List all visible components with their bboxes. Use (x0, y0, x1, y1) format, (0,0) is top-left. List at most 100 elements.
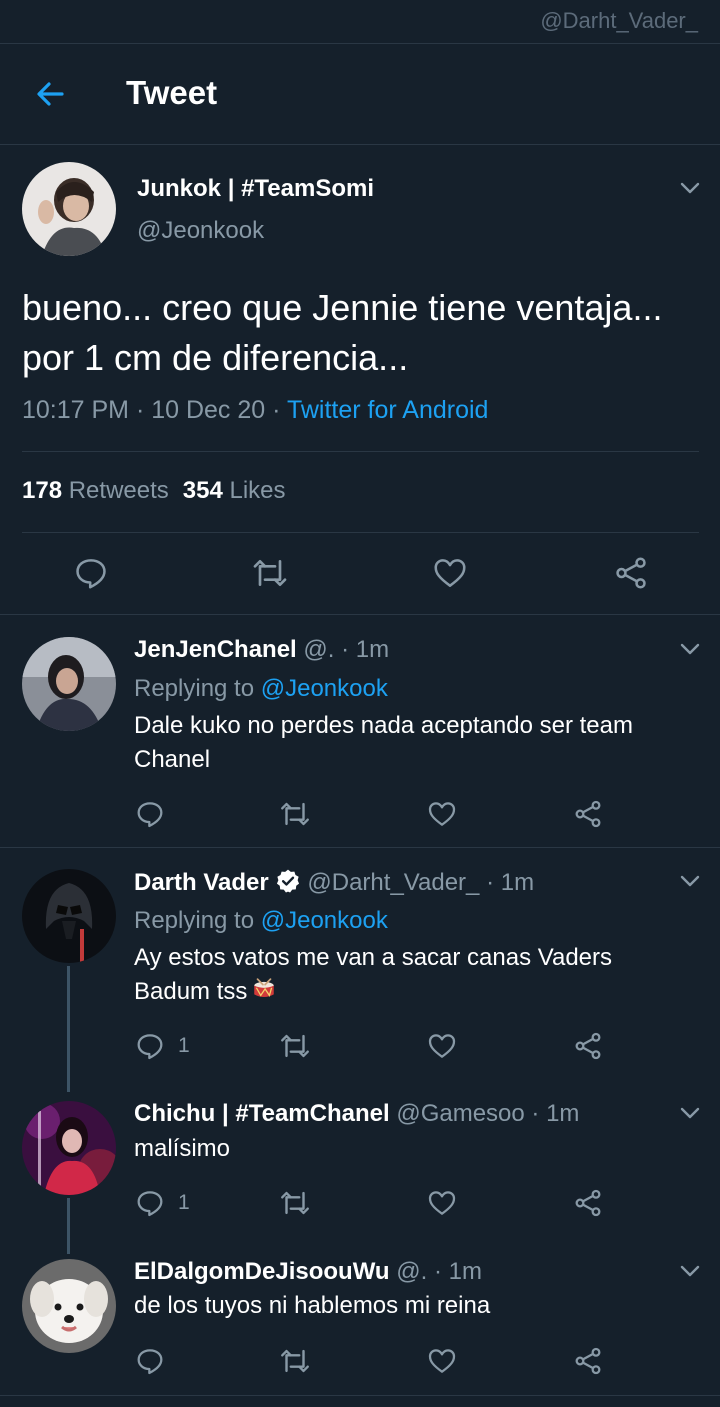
main-tweet-text: bueno... creo que Jennie tiene ventaja..… (22, 287, 663, 378)
reply-text: de los tuyos ni hablemos mi reina (134, 1292, 491, 1319)
retweet-button[interactable] (278, 1341, 318, 1381)
likes-stat[interactable]: 354 Likes (183, 477, 286, 504)
reply-text-container: Ay estos vatos me van a sacar canas Vade… (134, 941, 694, 1009)
reply-menu-button[interactable] (678, 869, 702, 893)
watermark: @Darht_Vader_ (540, 8, 698, 33)
reply-icon (137, 1034, 163, 1060)
retweet-icon (253, 560, 287, 586)
heart-icon (428, 802, 456, 826)
replying-prefix: Replying to (134, 675, 261, 702)
reply-button[interactable] (134, 1026, 174, 1066)
chevron-down-icon (680, 1265, 700, 1277)
reply-icon (137, 802, 163, 828)
reply-avatar[interactable] (22, 1101, 116, 1195)
reply-menu-button[interactable] (678, 1259, 702, 1283)
main-tweet-meta: 10:17 PM · 10 Dec 20 · Twitter for Andro… (22, 396, 488, 425)
retweet-icon (281, 802, 309, 826)
retweet-icon (281, 1034, 309, 1058)
replying-to: Replying to @Jeonkook (134, 907, 388, 935)
like-button[interactable] (431, 553, 471, 593)
like-button[interactable] (426, 1341, 466, 1381)
thread-line (67, 1198, 70, 1254)
chevron-down-icon (680, 182, 700, 194)
heart-icon (428, 1034, 456, 1058)
divider (0, 614, 720, 615)
header-divider (0, 144, 720, 145)
divider (22, 532, 699, 533)
reply-menu-button[interactable] (678, 637, 702, 661)
retweet-icon (281, 1191, 309, 1215)
verified-badge-icon (276, 869, 299, 893)
divider (0, 847, 720, 848)
retweets-label: Retweets (68, 477, 169, 504)
share-button[interactable] (612, 553, 652, 593)
reply-avatar[interactable] (22, 869, 116, 963)
share-button[interactable] (572, 1341, 612, 1381)
chevron-down-icon (680, 875, 700, 887)
share-button[interactable] (572, 794, 612, 834)
chevron-down-icon (680, 1107, 700, 1119)
reply-button[interactable] (134, 794, 174, 834)
reply-button[interactable] (134, 1183, 174, 1223)
reply-author-name: Chichu | #TeamChanel (134, 1100, 390, 1127)
main-tweet-menu-button[interactable] (678, 176, 702, 200)
reply-author-name: ElDalgomDeJisoouWu (134, 1258, 390, 1285)
divider (22, 451, 699, 452)
reply-text: malísimo (134, 1135, 231, 1162)
retweet-button[interactable] (278, 794, 318, 834)
share-icon (575, 1347, 601, 1375)
reply-icon (137, 1349, 163, 1375)
share-icon (575, 1032, 601, 1060)
reply-author-name: JenJenChanel (134, 636, 297, 663)
main-author-name[interactable]: Junkok | #TeamSomi (137, 175, 374, 203)
reply-avatar[interactable] (22, 1259, 116, 1353)
header: Tweet (0, 44, 720, 144)
replying-mention[interactable]: @Jeonkook (261, 907, 388, 934)
share-button[interactable] (572, 1183, 612, 1223)
retweet-button[interactable] (278, 1183, 318, 1223)
drum-icon (254, 978, 275, 998)
reply-text: Ay estos vatos me van a sacar canas Vade… (134, 944, 613, 1005)
reply-text: Dale kuko no perdes nada aceptando ser t… (134, 712, 633, 773)
reply-button[interactable] (72, 553, 112, 593)
back-button[interactable] (30, 74, 70, 114)
retweets-stat[interactable]: 178 Retweets (22, 477, 169, 504)
share-button[interactable] (572, 1026, 612, 1066)
reply-icon (76, 559, 106, 589)
heart-icon (434, 559, 466, 587)
chevron-down-icon (680, 643, 700, 655)
retweet-button[interactable] (278, 1026, 318, 1066)
replying-prefix: Replying to (134, 907, 261, 934)
share-icon (575, 1189, 601, 1217)
likes-label: Likes (229, 477, 286, 504)
share-icon (575, 800, 601, 828)
reply-menu-button[interactable] (678, 1101, 702, 1125)
page-title: Tweet (126, 74, 218, 111)
thread-line (67, 966, 70, 1092)
reply-author[interactable]: Chichu | #TeamChanel @Gamesoo · 1m (134, 1100, 579, 1128)
reply-meta: @. · 1m (296, 636, 390, 663)
reply-author[interactable]: Darth Vader @Darht_Vader_ · 1m (134, 868, 534, 897)
retweet-button[interactable] (250, 553, 290, 593)
divider (0, 1395, 720, 1396)
reply-icon (137, 1191, 163, 1217)
main-avatar[interactable] (22, 162, 116, 256)
like-button[interactable] (426, 1183, 466, 1223)
reply-meta: @. · 1m (389, 1258, 482, 1285)
replying-mention[interactable]: @Jeonkook (261, 675, 388, 702)
tweet-timestamp: 10:17 PM · 10 Dec 20 · (22, 396, 287, 424)
share-icon (616, 557, 646, 589)
reply-author-name: Darth Vader (134, 869, 269, 896)
reply-author[interactable]: ElDalgomDeJisoouWu @. · 1m (134, 1258, 482, 1286)
tweet-source-link[interactable]: Twitter for Android (287, 396, 488, 424)
like-button[interactable] (426, 794, 466, 834)
like-button[interactable] (426, 1026, 466, 1066)
retweets-count: 178 (22, 477, 63, 504)
reply-author[interactable]: JenJenChanel @. · 1m (134, 636, 389, 664)
arrow-left-icon (37, 82, 64, 106)
reply-avatar[interactable] (22, 637, 116, 731)
reply-count: 1 (178, 1191, 190, 1214)
main-author-handle[interactable]: @Jeonkook (137, 217, 264, 245)
reply-meta: @Gamesoo · 1m (389, 1100, 580, 1127)
reply-button[interactable] (134, 1341, 174, 1381)
